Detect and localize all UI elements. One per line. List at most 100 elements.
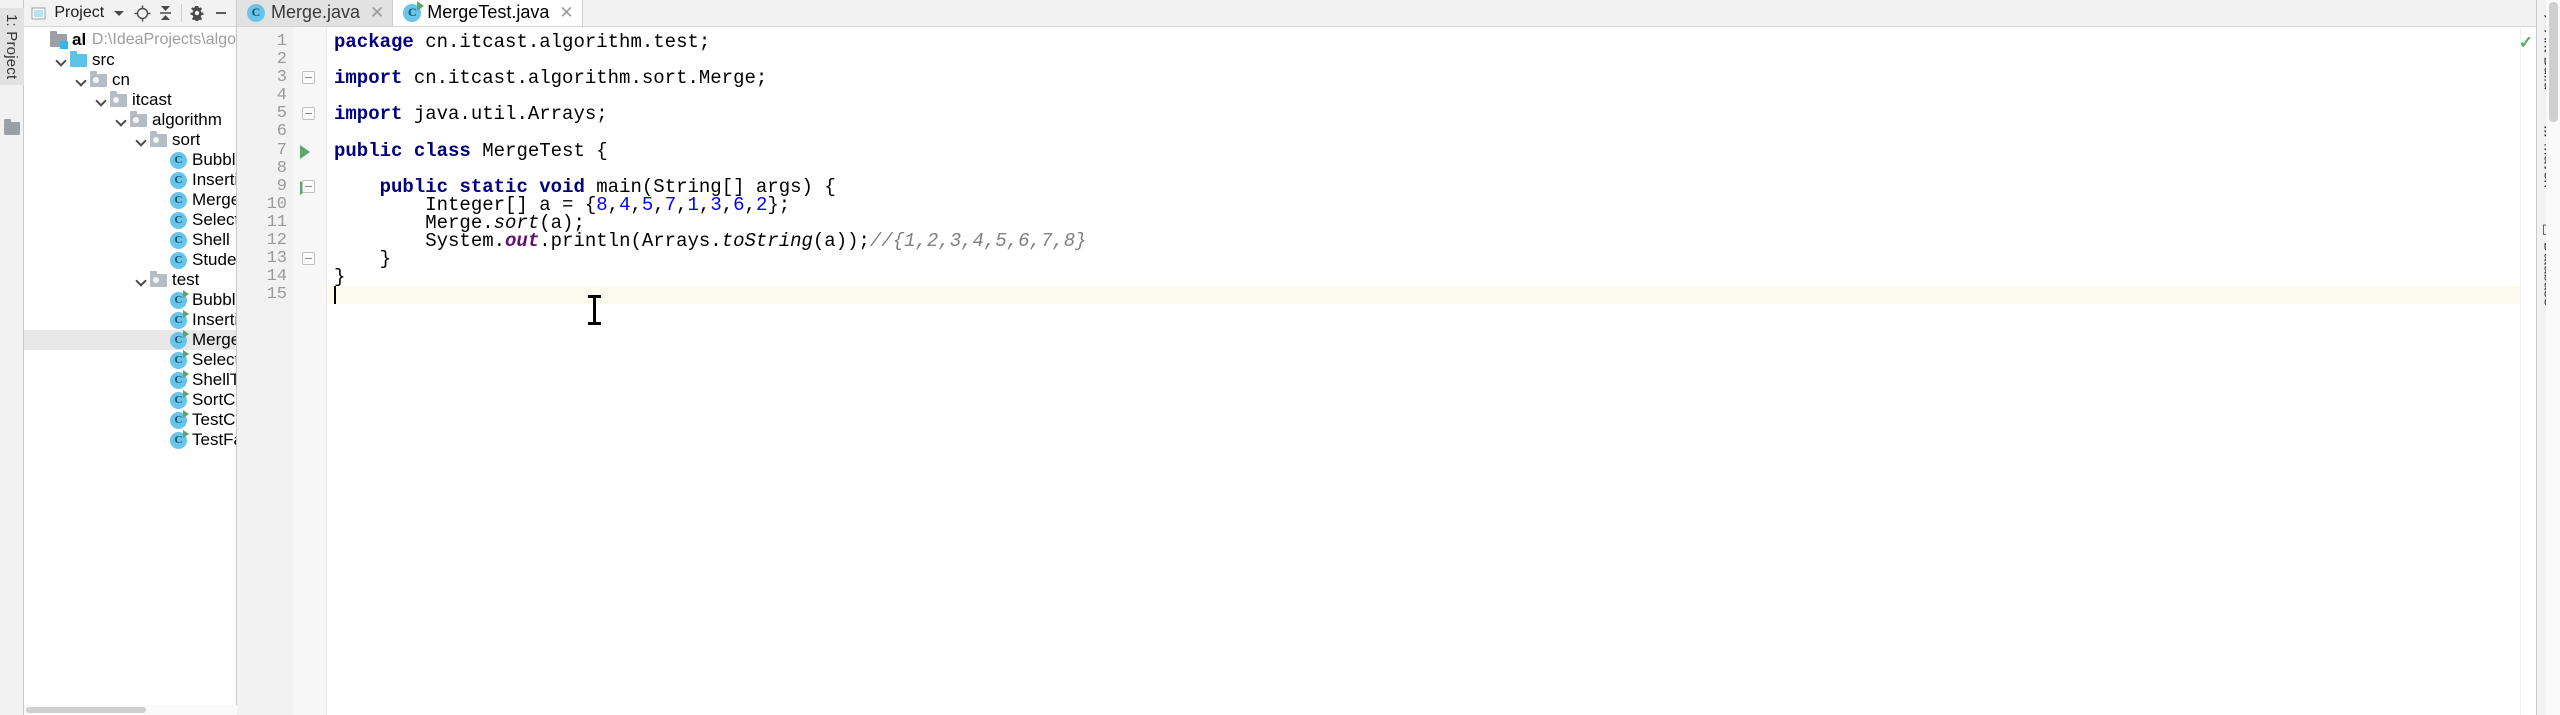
settings-gear-icon[interactable] [187,2,208,24]
tree-item-cn[interactable]: cn [24,70,236,90]
editor-run-gutter[interactable] [293,27,327,715]
locate-icon[interactable] [132,2,153,24]
tree-item-mergetest[interactable]: CMergeTest [24,329,236,350]
tree-item-itcast[interactable]: itcast [24,90,236,110]
java-class-icon: C [170,211,187,229]
tree-item-label: InsertionTe [192,310,236,329]
tree-item-merge[interactable]: C Merge [24,190,236,210]
fold-toggle-icon[interactable] [302,252,315,266]
project-horizontal-scrollbar[interactable] [24,705,237,715]
chevron-down-icon[interactable] [54,53,68,67]
tree-item-label: TestCompa [192,410,236,429]
tree-item-label: algorithm [152,110,222,129]
window-vertical-scrollbar[interactable] [2546,0,2560,715]
editor-body[interactable]: 1 2 3 4 5 6 7 8 9 10 11 12 13 14 15 package cn.itcast.… [237,27,2536,715]
tree-item-bubbletest[interactable]: CBubbleTest [24,289,236,310]
module-icon [50,30,68,49]
java-class-icon: C [170,171,187,189]
java-class-icon: C [170,151,187,169]
java-class-runnable-icon: C [170,409,189,429]
fold-toggle-icon[interactable] [302,107,315,121]
tree-item-label: Bubble [192,150,236,169]
editor-tab-bar[interactable]: C Merge.java ✕ C MergeTest.java ✕ [237,0,2536,27]
tree-item-algorithm[interactable]: algorithm D:\IdeaProjects\algo [24,30,236,50]
line-number: 6 [276,122,287,142]
tree-item-shell[interactable]: C Shell [24,230,236,250]
code-line-3[interactable]: import cn.itcast.algorithm.sort.Merge; [327,69,2520,88]
close-icon[interactable]: ✕ [370,3,384,23]
line-number: 15 [266,285,287,305]
tree-item-shelltest[interactable]: CShellTest [24,369,236,390]
scrollbar-thumb[interactable] [26,707,146,713]
chevron-down-icon[interactable] [134,133,148,147]
line-number: 12 [266,231,287,251]
tree-item-student[interactable]: C Student [24,250,236,270]
code-line-14[interactable]: } [327,268,2520,287]
collapse-all-icon[interactable] [155,2,176,24]
java-class-icon: C [170,231,187,249]
code-token: , [676,193,688,216]
tree-item-selectionte[interactable]: CSelectionTe [24,349,236,370]
code-token: toString [721,230,813,253]
java-class-icon: C [170,251,187,269]
chevron-down-icon[interactable] [114,113,128,127]
code-token: , [698,193,711,216]
code-token: package [334,31,414,53]
java-class-runnable-icon: C [170,389,189,409]
tree-item-label: TestFactori [192,430,236,449]
fold-toggle-icon[interactable] [302,179,315,193]
code-token: //{1,2,3,4,5,6,7,8} [869,230,1087,253]
project-tree[interactable]: algorithm D:\IdeaProjects\algo srccnitcast… [24,27,236,715]
package-icon [90,70,107,87]
tree-item-insertionte[interactable]: CInsertionTe [24,309,236,330]
close-icon[interactable]: ✕ [559,3,573,23]
tree-item-algorithm[interactable]: algorithm [24,110,236,130]
tree-item-testfactori[interactable]: CTestFactori [24,429,236,450]
project-view-icon[interactable] [28,2,49,24]
sidebar-item-project-toolwindow[interactable]: 1: Project [0,8,24,86]
src-folder-icon [70,50,87,67]
code-line-1[interactable]: package cn.itcast.algorithm.test; [327,31,2520,53]
editor-tab-merge-java[interactable]: C Merge.java ✕ [237,0,394,26]
chevron-down-icon[interactable] [74,73,88,87]
mouse-text-cursor [588,295,601,325]
editor-tab-label: Merge.java [271,2,361,22]
code-line-6[interactable] [327,123,2520,141]
code-line-15[interactable] [327,286,2520,305]
tree-item-insertion[interactable]: C Insertion [24,170,236,190]
code-token: 5 [641,193,654,216]
tree-item-test[interactable]: test [24,270,236,290]
tree-item-sort[interactable]: sort [24,130,236,150]
code-token: 6 [733,193,745,216]
editor-tab-mergetest-java[interactable]: C MergeTest.java ✕ [393,0,583,26]
tree-item-label: algorithm [72,30,85,49]
code-line-7[interactable]: public class MergeTest { [327,141,2520,160]
chevron-down-icon[interactable] [94,93,108,107]
code-line-10[interactable]: Integer[] a = {8,4,5,7,1,3,6,2}; [327,193,2520,216]
text-caret [334,286,336,305]
tree-item-src[interactable]: src [24,50,236,70]
editor-error-stripe[interactable]: ✓ [2519,27,2536,715]
tree-item-testcompa[interactable]: CTestCompa [24,409,236,430]
run-gutter-icon[interactable] [300,144,310,159]
java-class-runnable-icon: C [170,309,189,329]
scrollbar-thumb[interactable] [2549,2,2558,122]
tree-item-sortcompa[interactable]: CSortCompa [24,389,236,410]
hide-toolwindow-icon[interactable] [211,2,232,24]
code-line-5[interactable]: import java.util.Arrays; [327,105,2520,124]
code-line-13[interactable]: } [327,250,2520,269]
code-content[interactable]: package cn.itcast.algorithm.test; import… [327,27,2520,715]
chevron-down-icon[interactable] [134,273,148,287]
code-token: }; [767,193,791,216]
code-line-4[interactable] [327,87,2520,105]
tree-item-selection[interactable]: C Selection [24,210,236,230]
fold-toggle-icon[interactable] [302,71,315,85]
tree-item-bubble[interactable]: C Bubble [24,150,236,170]
chevron-down-icon[interactable] [108,2,129,24]
code-line-12[interactable]: System.out.println(Arrays.toString(a));/… [327,230,2520,253]
